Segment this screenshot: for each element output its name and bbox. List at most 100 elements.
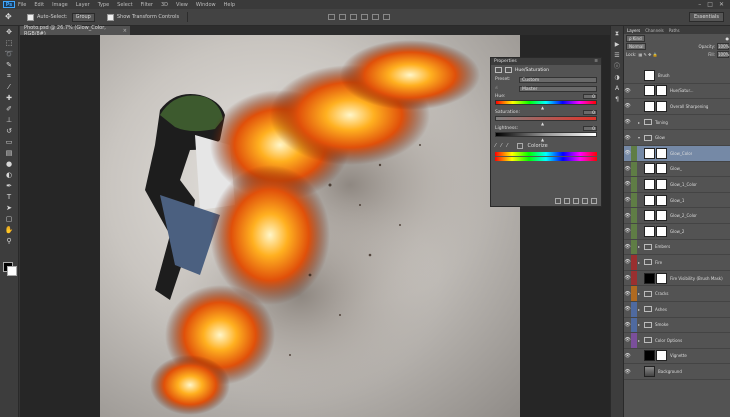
lightness-slider-handle[interactable]: ▲: [541, 137, 544, 142]
colorize-checkbox[interactable]: [516, 142, 523, 149]
move-tool-icon[interactable]: ✥: [5, 12, 15, 22]
auto-select-checkbox[interactable]: [27, 13, 34, 21]
opacity-field[interactable]: 100%: [717, 42, 729, 50]
layer-row[interactable]: 👁 ▾ Glow: [624, 130, 730, 146]
visibility-eye-icon[interactable]: 👁: [624, 162, 631, 177]
eyedropper-tool-icon[interactable]: ⁄: [3, 83, 15, 92]
layer-row[interactable]: 👁 Glow_1_Color: [624, 177, 730, 193]
history-icon[interactable]: ⧗: [613, 30, 621, 37]
lasso-tool-icon[interactable]: ➰: [3, 50, 15, 59]
saturation-slider-handle[interactable]: ▲: [541, 121, 544, 126]
info-icon[interactable]: ⓘ: [613, 63, 621, 70]
layer-row[interactable]: 👁 ▸ Toning: [624, 114, 730, 131]
channel-dropdown[interactable]: Master: [519, 85, 597, 92]
visibility-eye-icon[interactable]: 👁: [624, 208, 631, 223]
layer-mask-thumbnail[interactable]: [656, 147, 667, 159]
layer-row[interactable]: 👁 ▸ Embers: [624, 239, 730, 256]
blur-tool-icon[interactable]: ●: [3, 160, 15, 169]
layer-row[interactable]: 👁 Glow_2: [624, 223, 730, 240]
close-tab-icon[interactable]: ×: [123, 28, 127, 34]
filter-toggle-icon[interactable]: ●: [726, 36, 730, 41]
blend-mode-dropdown[interactable]: Normal: [626, 42, 647, 50]
close-icon[interactable]: ✕: [719, 1, 724, 8]
shape-tool-icon[interactable]: ▢: [3, 215, 15, 224]
layer-mask-thumbnail[interactable]: [656, 225, 667, 237]
workspace-dropdown[interactable]: Essentials: [688, 12, 724, 22]
layer-row[interactable]: 👁 ▸ Color Options: [624, 333, 730, 349]
delete-icon[interactable]: [591, 198, 597, 204]
menu-item[interactable]: Filter: [141, 2, 153, 8]
layer-row[interactable]: Brush: [624, 68, 730, 84]
clip-to-layer-icon[interactable]: [555, 198, 561, 204]
group-toggle-icon[interactable]: ▸: [638, 307, 642, 312]
visibility-eye-icon[interactable]: 👁: [624, 240, 631, 255]
layer-row[interactable]: 👁 Glow_1: [624, 192, 730, 209]
visibility-eye-icon[interactable]: 👁: [624, 224, 631, 239]
align-right-icon[interactable]: [383, 14, 391, 20]
document-canvas[interactable]: [100, 35, 520, 417]
tab-layers[interactable]: Layers: [627, 28, 640, 33]
eraser-tool-icon[interactable]: ▭: [3, 138, 15, 147]
align-middle-icon[interactable]: [339, 14, 347, 20]
reset-icon[interactable]: [573, 198, 579, 204]
layer-row[interactable]: 👁 ▸ Smoke: [624, 317, 730, 334]
visibility-eye-icon[interactable]: 👁: [624, 286, 631, 301]
group-toggle-icon[interactable]: ▸: [638, 291, 642, 296]
visibility-eye-icon[interactable]: 👁: [624, 130, 631, 145]
layer-mask-thumbnail[interactable]: [656, 163, 667, 175]
group-toggle-icon[interactable]: ▾: [638, 135, 642, 140]
layer-row[interactable]: 👁 ▸ Ashes: [624, 301, 730, 318]
menu-item[interactable]: Edit: [34, 2, 44, 8]
adjustments-icon[interactable]: ◑: [613, 74, 621, 81]
layer-mask-thumbnail[interactable]: [656, 210, 667, 222]
visibility-eye-icon[interactable]: 👁: [624, 84, 631, 99]
layer-mask-thumbnail[interactable]: [656, 194, 667, 206]
mask-icon[interactable]: [505, 67, 512, 73]
quick-select-tool-icon[interactable]: ✎: [3, 61, 15, 70]
menu-item[interactable]: Select: [117, 2, 132, 8]
visibility-eye-icon[interactable]: 👁: [624, 193, 631, 208]
dodge-tool-icon[interactable]: ◐: [3, 171, 15, 180]
menu-item[interactable]: File: [18, 2, 26, 8]
group-toggle-icon[interactable]: ▸: [638, 244, 642, 249]
lock-icons[interactable]: ▦ ✎ ✥ 🔒: [638, 52, 657, 57]
layer-mask-thumbnail[interactable]: [656, 85, 667, 97]
document-tab[interactable]: Photo.psd @ 26.7% (Glow_Color, RGB/8#) ×: [20, 25, 130, 37]
layer-mask-thumbnail[interactable]: [656, 100, 667, 112]
brush-tool-icon[interactable]: ✐: [3, 105, 15, 114]
visibility-eye-icon[interactable]: 👁: [624, 99, 631, 114]
tab-channels[interactable]: Channels: [645, 28, 664, 33]
layer-row[interactable]: 👁 Background: [624, 364, 730, 380]
panel-menu-icon[interactable]: ≡: [594, 59, 598, 64]
marquee-tool-icon[interactable]: ⬚: [3, 39, 15, 48]
align-left-icon[interactable]: [361, 14, 369, 20]
transform-controls-checkbox[interactable]: [106, 13, 114, 21]
visibility-eye-icon[interactable]: 👁: [624, 255, 631, 270]
layer-row[interactable]: 👁 Hue/Satur...: [624, 83, 730, 100]
hand-tool-icon[interactable]: ✋: [3, 226, 15, 235]
tab-paths[interactable]: Paths: [669, 28, 680, 33]
move-tool-icon[interactable]: ✥: [3, 28, 15, 37]
path-select-tool-icon[interactable]: ➤: [3, 204, 15, 213]
properties-icon[interactable]: ☰: [613, 52, 621, 59]
visibility-eye-icon[interactable]: 👁: [624, 364, 631, 379]
menu-item[interactable]: Window: [196, 2, 216, 8]
visibility-icon[interactable]: [582, 198, 588, 204]
layer-mask-thumbnail[interactable]: [656, 350, 667, 362]
auto-select-dropdown[interactable]: Group: [71, 12, 95, 22]
menu-item[interactable]: Layer: [76, 2, 90, 8]
layer-row[interactable]: 👁 Glow_: [624, 161, 730, 178]
visibility-eye-icon[interactable]: [624, 68, 631, 83]
visibility-eye-icon[interactable]: 👁: [624, 177, 631, 192]
fill-field[interactable]: 100%: [717, 50, 729, 58]
align-top-icon[interactable]: [328, 14, 336, 20]
layer-row[interactable]: 👁 Glow_2_Color: [624, 208, 730, 224]
background-color-swatch[interactable]: [7, 266, 17, 276]
gradient-tool-icon[interactable]: ▤: [3, 149, 15, 158]
visibility-eye-icon[interactable]: 👁: [624, 271, 631, 286]
menu-item[interactable]: Type: [98, 2, 109, 8]
menu-item[interactable]: 3D: [161, 2, 168, 8]
layer-row[interactable]: 👁 Glow_Color: [624, 145, 730, 162]
menu-item[interactable]: Image: [52, 2, 68, 8]
menu-item[interactable]: View: [176, 2, 188, 8]
